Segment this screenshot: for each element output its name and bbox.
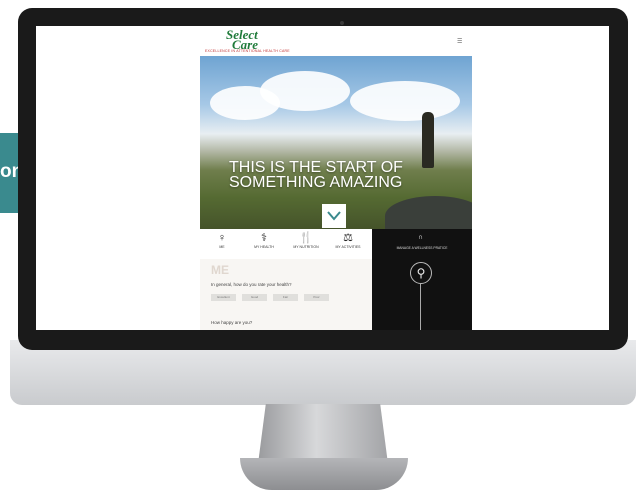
- divider-line: [420, 284, 421, 330]
- me-panel: ME In general, how do you rate your heal…: [200, 259, 372, 330]
- nav-item-my-health[interactable]: ⚕ MY HEALTH: [244, 231, 284, 249]
- chevron-down-icon: [327, 211, 341, 221]
- nav-label: MY ACTIVITIES: [335, 245, 361, 249]
- hero-banner: THIS IS THE START OF SOMETHING AMAZING: [200, 56, 472, 229]
- health-rating-question: In general, how do you rate your health?: [211, 282, 292, 287]
- logo-tagline: EXCELLENCE IN ATTENTIONAL HEALTH CARE: [205, 49, 290, 53]
- website-page: Select Care EXCELLENCE IN ATTENTIONAL HE…: [200, 26, 472, 330]
- hero-title-line1: THIS IS THE START OF: [229, 159, 403, 176]
- vitruvian-man-icon: ⚲: [410, 262, 432, 284]
- cloud: [350, 81, 460, 121]
- hero-title: THIS IS THE START OF SOMETHING AMAZING: [229, 159, 429, 191]
- camera-icon: [340, 21, 344, 25]
- activity-icon: ⚖: [343, 232, 353, 244]
- menu-icon[interactable]: ☰: [457, 38, 462, 45]
- person-icon: ♀: [217, 232, 227, 244]
- section-nav: ♀ ME ⚕ MY HEALTH 🍴 MY NUTRITION ⚖ MY ACT…: [200, 229, 372, 259]
- nav-label: MY NUTRITION: [293, 245, 319, 249]
- imac-base: [240, 458, 408, 490]
- option-fair[interactable]: Fair: [273, 294, 298, 301]
- nav-item-me[interactable]: ♀ ME: [202, 231, 242, 249]
- hero-title-line2: SOMETHING AMAZING: [229, 174, 403, 191]
- site-logo[interactable]: Select Care: [226, 28, 258, 51]
- wellness-title: MANAGE A WELLNESS PRATICE: [396, 246, 448, 250]
- option-poor[interactable]: Poor: [304, 294, 329, 301]
- fork-knife-icon: 🍴: [299, 232, 313, 244]
- option-good[interactable]: Good: [242, 294, 267, 301]
- scroll-down-button[interactable]: [322, 204, 346, 228]
- cloud: [260, 71, 350, 111]
- screen: Select Care EXCELLENCE IN ATTENTIONAL HE…: [36, 26, 609, 330]
- wellness-panel: ∩ MANAGE A WELLNESS PRATICE ⚲: [372, 229, 472, 330]
- nav-item-my-activities[interactable]: ⚖ MY ACTIVITIES: [328, 231, 368, 249]
- imac-stand: [258, 404, 388, 464]
- wellness-icon: ∩: [418, 234, 424, 241]
- option-excellent[interactable]: Excellent: [211, 294, 236, 301]
- rock: [385, 196, 472, 229]
- health-icon: ⚕: [261, 232, 267, 244]
- happiness-question: How happy are you?: [211, 320, 253, 325]
- nav-label: MY HEALTH: [254, 245, 274, 249]
- nav-item-my-nutrition[interactable]: 🍴 MY NUTRITION: [286, 231, 326, 249]
- nav-label: ME: [219, 245, 225, 249]
- me-heading: ME: [211, 263, 229, 277]
